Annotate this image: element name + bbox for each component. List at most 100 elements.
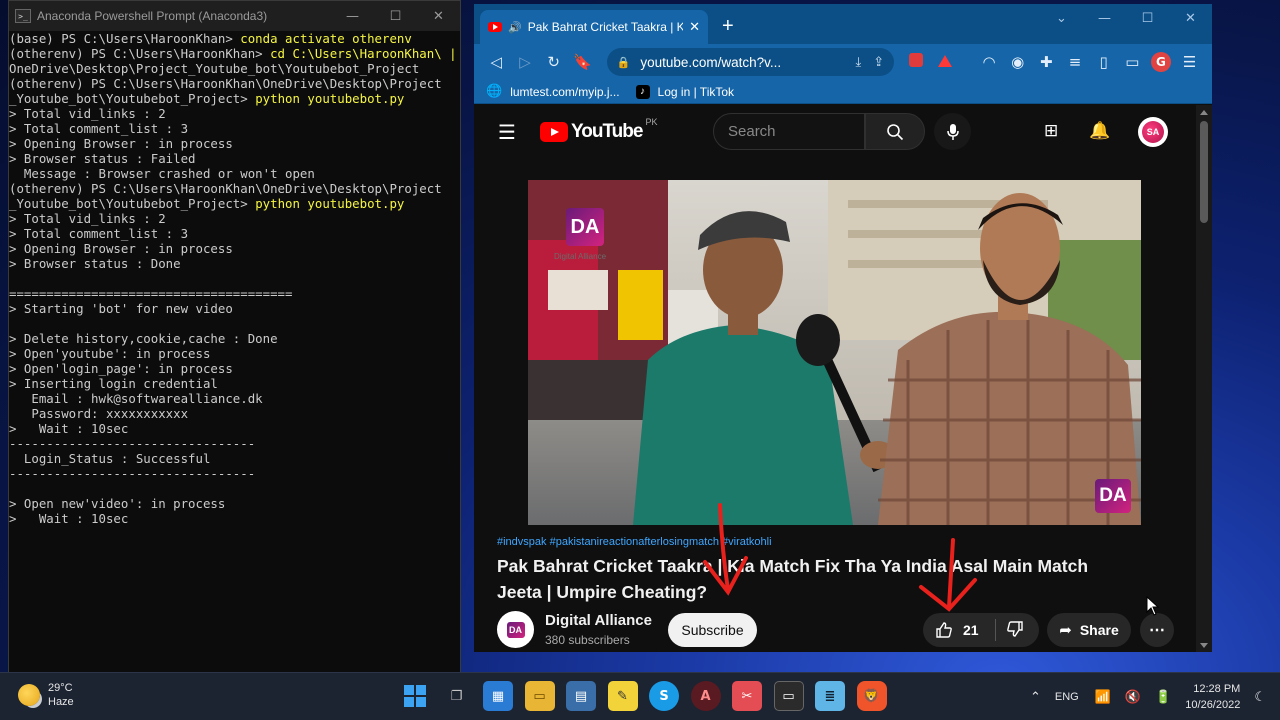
- account-avatar[interactable]: SA: [1138, 117, 1168, 147]
- like-dislike-bar: 21: [923, 613, 1039, 647]
- dislike-button[interactable]: [996, 620, 1024, 641]
- url-text[interactable]: youtube.com/watch?v...: [640, 55, 843, 70]
- terminal-icon: >_: [15, 9, 31, 23]
- new-tab-button[interactable]: +: [722, 15, 734, 38]
- tab-close-icon[interactable]: ✕: [689, 19, 700, 35]
- snipping-tool-icon[interactable]: ✂: [732, 681, 762, 711]
- record-icon[interactable]: ◉: [1003, 53, 1032, 71]
- brave-browser-icon[interactable]: 🦁: [856, 681, 887, 711]
- input-language[interactable]: ENG: [1055, 691, 1079, 703]
- youtube-play-icon: [540, 122, 568, 142]
- show-hidden-icons-chevron-icon[interactable]: ⌃: [1030, 690, 1041, 705]
- terminal-line: > Browser status : Failed: [9, 151, 196, 166]
- sidebar-icon[interactable]: ▯: [1089, 53, 1118, 71]
- terminal-line: (otherenv) PS C:\Users\HaroonKhan\OneDri…: [9, 76, 442, 91]
- skype-icon[interactable]: S: [649, 681, 679, 711]
- notifications-bell-icon[interactable]: 🔔: [1089, 121, 1110, 141]
- subscribe-button[interactable]: Subscribe: [668, 613, 757, 647]
- battery-icon[interactable]: 🔋: [1155, 690, 1171, 705]
- browser-window[interactable]: 🔊 Pak Bahrat Cricket Taakra | Kia ✕ + ⌄ …: [474, 4, 1212, 652]
- tab-search-chevron-icon[interactable]: ⌄: [1040, 4, 1083, 32]
- scroll-down-icon[interactable]: [1200, 643, 1208, 648]
- terminal-command: conda activate otherenv: [240, 31, 412, 46]
- voice-search-button[interactable]: [934, 113, 971, 150]
- taskbar-apps: ❐ ▦ ▭ ▤ ✎ S A ✂ ▭ ≣ 🦁: [400, 681, 898, 711]
- search-button[interactable]: [865, 113, 925, 150]
- microsoft-store-icon[interactable]: ▦: [483, 681, 513, 711]
- more-actions-button[interactable]: ⋯: [1140, 613, 1174, 647]
- lock-icon[interactable]: 🔒: [617, 56, 631, 69]
- file-explorer-icon[interactable]: ▭: [524, 681, 555, 711]
- back-icon[interactable]: ◁: [482, 53, 511, 71]
- system-clock[interactable]: 12:28 PM 10/26/2022: [1185, 681, 1240, 713]
- video-player[interactable]: DA Digital Alliance DA: [528, 180, 1141, 525]
- notepad-icon[interactable]: ≣: [815, 681, 845, 711]
- task-manager-icon[interactable]: ▤: [566, 681, 596, 711]
- notifications-icon[interactable]: ☾: [1254, 690, 1266, 705]
- channel-watermark-logo: DA: [566, 208, 604, 246]
- volume-muted-icon[interactable]: 🔇: [1125, 690, 1141, 705]
- close-button[interactable]: ✕: [417, 1, 460, 31]
- terminal-app-icon[interactable]: ▭: [773, 681, 804, 711]
- share-arrow-icon: ➦: [1059, 621, 1072, 639]
- hamburger-menu-icon[interactable]: ☰: [498, 120, 516, 144]
- playlist-icon[interactable]: ≡: [1061, 53, 1090, 71]
- wallet-icon[interactable]: ▭: [1118, 53, 1147, 71]
- menu-icon[interactable]: ☰: [1175, 53, 1204, 71]
- tab-youtube[interactable]: 🔊 Pak Bahrat Cricket Taakra | Kia ✕: [480, 10, 708, 44]
- youtube-page: ☰ YouTube PK Search ⊞ 🔔 SA DA Digital Al…: [474, 105, 1196, 652]
- channel-name[interactable]: Digital Alliance: [545, 612, 652, 629]
- terminal-line: > Open'youtube': in process: [9, 346, 211, 361]
- youtube-logo[interactable]: YouTube PK: [540, 117, 657, 143]
- terminal-output[interactable]: (base) PS C:\Users\HaroonKhan> conda act…: [9, 31, 460, 671]
- scroll-up-icon[interactable]: [1200, 110, 1208, 115]
- like-button[interactable]: 21: [923, 621, 995, 639]
- windows-logo-icon: [404, 685, 426, 707]
- channel-avatar[interactable]: DA: [497, 611, 534, 648]
- brave-rewards-icon[interactable]: [931, 53, 960, 71]
- task-view-icon[interactable]: ❐: [442, 681, 472, 711]
- browser-close-button[interactable]: ✕: [1169, 4, 1212, 32]
- page-scrollbar[interactable]: [1196, 105, 1212, 652]
- scrollbar-thumb[interactable]: [1200, 121, 1208, 223]
- video-hashtags[interactable]: #indvspak #pakistanireactionafterlosingm…: [497, 536, 772, 548]
- extensions-puzzle-icon[interactable]: ✚: [1032, 53, 1061, 71]
- terminal-window[interactable]: >_ Anaconda Powershell Prompt (Anaconda3…: [8, 0, 461, 675]
- weather-haze-icon: [18, 684, 40, 706]
- search-icon: [887, 123, 904, 140]
- terminal-title: Anaconda Powershell Prompt (Anaconda3): [37, 9, 268, 23]
- grammarly-icon[interactable]: G: [1147, 52, 1176, 72]
- terminal-line: ======================================: [9, 286, 293, 301]
- vpn-icon[interactable]: ◠: [975, 53, 1004, 71]
- subscriber-count: 380 subscribers: [545, 633, 630, 647]
- terminal-line: > Total vid_links : 2: [9, 211, 166, 226]
- terminal-titlebar[interactable]: >_ Anaconda Powershell Prompt (Anaconda3…: [9, 1, 460, 31]
- search-input[interactable]: Search: [713, 113, 865, 150]
- bookmark-tiktok[interactable]: ♪ Log in | TikTok: [635, 84, 734, 99]
- weather-widget[interactable]: 29°C Haze: [18, 681, 74, 709]
- share-page-icon[interactable]: ⇪: [873, 55, 884, 70]
- bookmark-lumtest[interactable]: 🌐 lumtest.com/myip.j...: [486, 84, 620, 99]
- clock-time: 12:28 PM: [1193, 683, 1241, 695]
- forward-icon[interactable]: ▷: [511, 53, 540, 71]
- tab-strip: 🔊 Pak Bahrat Cricket Taakra | Kia ✕ + ⌄ …: [474, 4, 1212, 44]
- sticky-notes-icon[interactable]: ✎: [607, 681, 638, 711]
- maximize-button[interactable]: ☐: [374, 1, 417, 31]
- browser-minimize-button[interactable]: —: [1083, 4, 1126, 32]
- tiktok-icon: ♪: [635, 84, 650, 99]
- terminal-line: > Delete history,cookie,cache : Done: [9, 331, 278, 346]
- speaker-icon[interactable]: 🔊: [508, 21, 522, 34]
- create-video-icon[interactable]: ⊞: [1044, 121, 1058, 141]
- address-bar[interactable]: 🔒 youtube.com/watch?v... ⤓ ⇪: [606, 48, 895, 76]
- install-app-icon[interactable]: ⤓: [855, 55, 861, 70]
- wifi-icon[interactable]: 📶: [1095, 690, 1111, 705]
- reload-icon[interactable]: ↻: [539, 53, 568, 71]
- brave-shield-icon[interactable]: [902, 53, 931, 71]
- share-button[interactable]: ➦ Share: [1047, 613, 1131, 647]
- terminal-line: Password: xxxxxxxxxxx: [9, 406, 189, 421]
- start-button[interactable]: [400, 681, 430, 711]
- browser-maximize-button[interactable]: ☐: [1126, 4, 1169, 32]
- bookmark-icon[interactable]: 🔖: [568, 53, 597, 71]
- minimize-button[interactable]: —: [331, 1, 374, 31]
- anaconda-prompt-icon[interactable]: A: [690, 681, 721, 711]
